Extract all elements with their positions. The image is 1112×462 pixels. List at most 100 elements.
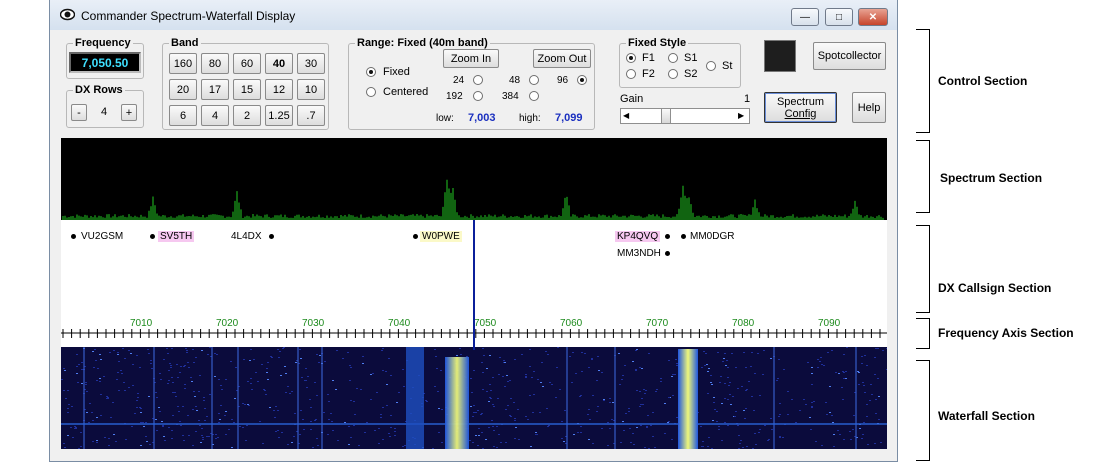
frequency-legend: Frequency [75,37,131,49]
waterfall-display[interactable] [61,347,887,449]
gain-right-arrow-icon[interactable]: ▶ [738,111,744,120]
style-s1-label: S1 [684,52,698,64]
span-24-radio[interactable] [473,75,483,85]
style-s1-radio[interactable] [668,53,678,63]
span-192-label: 192 [446,91,463,102]
spectrum-config-button[interactable]: Spectrum Config [764,92,837,123]
spectrum-config-line2: Config [784,107,817,120]
app-window: Commander Spectrum-Waterfall Display — □… [49,0,898,462]
style-f1-label: F1 [642,52,655,64]
range-low-label: low: [436,113,454,124]
maximize-button[interactable]: □ [825,8,853,26]
band-legend: Band [171,37,199,49]
range-centered-label: Centered [383,86,429,98]
axis-label-7070: 7070 [646,318,669,329]
control-section-label: Control Section [938,74,1028,88]
frequency-group: Frequency 7,050.50 [66,37,144,79]
band-0-7-button[interactable]: .7 [297,105,325,126]
minimize-button[interactable]: — [791,8,819,26]
spectrum-display[interactable] [61,138,887,220]
spot-marker [665,234,670,239]
title-bar[interactable]: Commander Spectrum-Waterfall Display — □… [50,0,897,30]
band-4-button[interactable]: 4 [201,105,229,126]
style-s2-label: S2 [684,68,698,80]
spectrum-section-label: Spectrum Section [940,171,1043,185]
zoom-in-button[interactable]: Zoom In [443,49,499,68]
band-30-button[interactable]: 30 [297,53,325,74]
spectrum-bracket [916,140,930,213]
spot-mm0dgr[interactable]: MM0DGR [688,231,736,242]
axis-label-7060: 7060 [560,318,583,329]
spotcollector-button[interactable]: Spotcollector [813,42,886,70]
range-low-value: 7,003 [468,112,496,124]
spectrum-trace [62,179,884,220]
close-button[interactable]: ✕ [858,8,888,26]
band-6-button[interactable]: 6 [169,105,197,126]
axis-label-7030: 7030 [302,318,325,329]
axis-bracket [916,318,930,349]
style-st-radio[interactable] [706,61,716,71]
band-10-button[interactable]: 10 [297,79,325,100]
range-fixed-label: Fixed [383,66,410,78]
tuning-line[interactable] [473,220,475,350]
band-40-button[interactable]: 40 [265,53,293,74]
dx-bracket [916,225,930,313]
gain-left-arrow-icon[interactable]: ◀ [623,111,629,120]
range-group: Range: Fixed (40m band) Fixed Centered Z… [348,37,595,130]
span-384-radio[interactable] [529,91,539,101]
band-80-button[interactable]: 80 [201,53,229,74]
spot-w0pwe[interactable]: W0PWE [420,231,462,242]
band-15-button[interactable]: 15 [233,79,261,100]
range-fixed-radio[interactable] [366,67,376,77]
span-384-label: 384 [502,91,519,102]
range-high-label: high: [519,113,541,124]
spot-sv5th[interactable]: SV5TH [158,231,195,242]
span-48-label: 48 [509,75,521,86]
spot-4l4dx[interactable]: 4L4DX [229,231,264,242]
span-96-radio[interactable] [577,75,587,85]
window-title: Commander Spectrum-Waterfall Display [81,9,296,23]
style-f1-radio[interactable] [626,53,636,63]
gain-slider[interactable] [620,108,750,124]
band-17-button[interactable]: 17 [201,79,229,100]
span-24-label: 24 [453,75,465,86]
help-button[interactable]: Help [852,92,886,123]
style-f2-radio[interactable] [626,69,636,79]
waterfall-bracket [916,360,930,461]
frequency-display[interactable]: 7,050.50 [69,52,141,73]
band-12-button[interactable]: 12 [265,79,293,100]
range-centered-radio[interactable] [366,87,376,97]
axis-label-7040: 7040 [388,318,411,329]
eye-icon [60,8,75,21]
zoom-out-button[interactable]: Zoom Out [533,49,591,68]
style-f2-label: F2 [642,68,655,80]
waterfall-section-label: Waterfall Section [938,409,1035,423]
gain-label: Gain [620,93,644,105]
dx-rows-value: 4 [101,106,108,118]
band-2-button[interactable]: 2 [233,105,261,126]
gain-slider-thumb[interactable] [661,108,671,124]
axis-section-label: Frequency Axis Section [938,326,1074,340]
spot-marker [665,251,670,256]
color-swatch[interactable] [764,40,796,72]
span-48-radio[interactable] [529,75,539,85]
band-160-button[interactable]: 160 [169,53,197,74]
range-high-value: 7,099 [555,112,583,124]
style-s2-radio[interactable] [668,69,678,79]
spot-vu2gsm[interactable]: VU2GSM [79,231,125,242]
control-bracket [916,29,930,133]
spot-kp4qvq[interactable]: KP4QVQ [615,231,661,242]
dx-rows-increase-button[interactable]: + [121,104,137,121]
dx-rows-legend: DX Rows [75,84,123,96]
dx-rows-decrease-button[interactable]: - [71,104,87,121]
spectrum-config-line1: Spectrum [776,95,825,108]
spot-mm3ndh[interactable]: MM3NDH [615,248,663,259]
axis-label-7020: 7020 [216,318,239,329]
spot-marker [71,234,76,239]
band-1-25-button[interactable]: 1.25 [265,105,293,126]
band-20-button[interactable]: 20 [169,79,197,100]
band-60-button[interactable]: 60 [233,53,261,74]
span-96-label: 96 [557,75,569,86]
span-192-radio[interactable] [473,91,483,101]
axis-label-7080: 7080 [732,318,755,329]
